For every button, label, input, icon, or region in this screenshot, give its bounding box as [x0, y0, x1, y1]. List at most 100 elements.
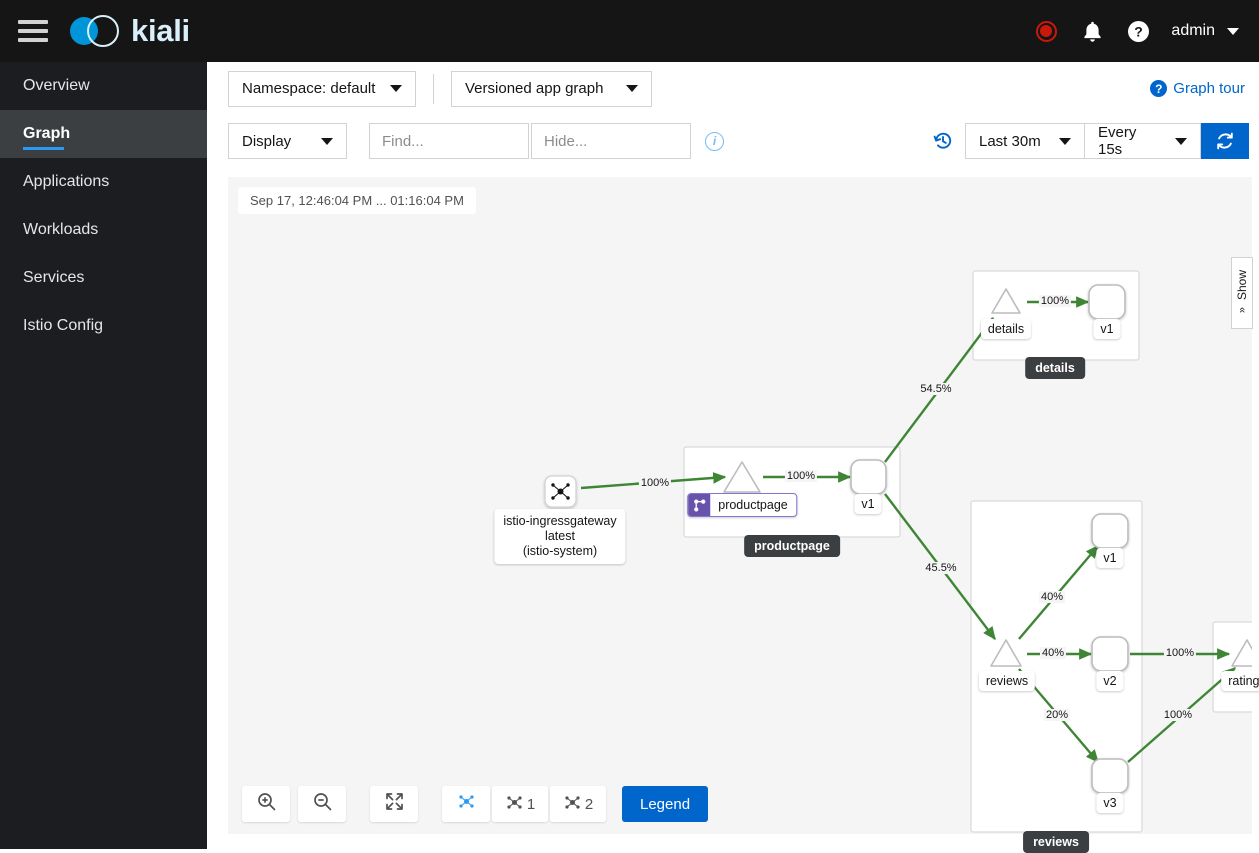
graph-bottom-toolbar: 1 2 Legend [242, 786, 709, 822]
namespace-select-label: Namespace: default [242, 80, 376, 97]
refresh-button[interactable] [1201, 123, 1249, 159]
main-content: Namespace: default Versioned app graph ?… [207, 62, 1259, 853]
edge-label: 40% [1038, 591, 1066, 603]
duration-label: Last 30m [979, 132, 1041, 150]
node-productpage-v1 [850, 459, 887, 495]
node-reviews-v3 [1091, 758, 1129, 794]
node-label-reviews-v2: v2 [1096, 671, 1124, 691]
node-reviews-v1 [1091, 513, 1129, 549]
time-controls: Last 30m Every 15s [933, 123, 1249, 159]
fit-to-screen-icon [385, 792, 404, 816]
find-input[interactable] [369, 123, 529, 159]
sidebar-item-applications[interactable]: Applications [0, 158, 207, 206]
bell-icon[interactable] [1079, 18, 1105, 44]
sidebar-item-label: Workloads [23, 221, 99, 238]
node-label-reviews-v1: v1 [1096, 548, 1124, 568]
graph-nodes [544, 284, 1252, 794]
edge-label: 100% [1163, 647, 1197, 659]
sidebar-item-label: Services [23, 269, 85, 286]
sidebar-item-istio-config[interactable]: Istio Config [0, 302, 207, 350]
node-reviews-v2 [1091, 636, 1129, 672]
legend-button[interactable]: Legend [622, 786, 709, 822]
help-circle-icon: ? [1150, 80, 1168, 97]
edge-label: 45.5% [923, 562, 959, 574]
chevron-down-icon [1227, 27, 1239, 35]
layout-1-label: 1 [526, 795, 536, 813]
edge-label: 20% [1043, 709, 1071, 721]
sidebar-item-services[interactable]: Services [0, 254, 207, 302]
node-istio-ingressgateway [544, 475, 577, 508]
zoom-out-icon [313, 792, 332, 816]
graph-type-select-label: Versioned app graph [465, 80, 604, 97]
edge-label: 100% [638, 477, 672, 489]
svg-text:?: ? [1134, 23, 1143, 39]
group-label-productpage: productpage [744, 535, 840, 557]
brand-logo[interactable]: kiali [70, 13, 190, 49]
node-label-reviews-v3: v3 [1096, 793, 1124, 813]
graph-toolbar-secondary: Display i Last 30m Every 15s [207, 115, 1259, 167]
node-label-productpage-service: productpage [687, 493, 797, 517]
chevron-down-icon [1175, 137, 1187, 145]
layout-1-button[interactable]: 1 [492, 786, 548, 822]
sidebar-item-workloads[interactable]: Workloads [0, 206, 207, 254]
graph-edges [580, 296, 1236, 764]
zoom-out-button[interactable] [298, 786, 346, 822]
edge-label: 100% [784, 470, 818, 482]
display-menu-button[interactable]: Display [228, 123, 347, 159]
group-box-ratings [1212, 621, 1252, 713]
edge-label: 100% [1038, 295, 1072, 307]
node-label-details-service: details [980, 319, 1032, 339]
user-menu[interactable]: admin [1171, 22, 1239, 40]
graph-toolbar-primary: Namespace: default Versioned app graph ?… [207, 62, 1259, 115]
masthead-actions: ? admin [1033, 18, 1259, 44]
node-label-text: productpage [718, 498, 788, 512]
edge-label: 100% [1161, 709, 1195, 721]
sidebar-item-label: Istio Config [23, 317, 104, 334]
refresh-interval-select[interactable]: Every 15s [1084, 123, 1201, 159]
node-label-ratings-service: ratings [1221, 671, 1259, 691]
zoom-in-button[interactable] [242, 786, 290, 822]
display-menu-label: Display [242, 132, 292, 150]
fit-to-screen-button[interactable] [370, 786, 418, 822]
sidebar: Overview Graph Applications Workloads Se… [0, 62, 207, 849]
group-label-details: details [1025, 357, 1085, 379]
group-label-reviews: reviews [1023, 831, 1089, 853]
masthead: kiali ? admin [0, 0, 1259, 62]
sidebar-item-overview[interactable]: Overview [0, 62, 207, 110]
history-icon[interactable] [933, 131, 953, 151]
zoom-in-icon [257, 792, 276, 816]
duration-select[interactable]: Last 30m [965, 123, 1084, 159]
sidebar-item-graph[interactable]: Graph [0, 110, 207, 158]
namespace-select[interactable]: Namespace: default [228, 70, 416, 107]
edge-label: 54.5% [918, 383, 954, 395]
hide-input[interactable] [531, 123, 691, 159]
toolbar-divider [433, 73, 434, 104]
virtual-service-icon [688, 494, 711, 516]
chevron-down-icon [321, 137, 333, 145]
user-name: admin [1171, 22, 1215, 39]
layout-2-button[interactable]: 2 [550, 786, 606, 822]
node-label-ingressgateway: istio-ingressgateway latest (istio-syste… [494, 509, 626, 564]
node-label-details-v1: v1 [1093, 319, 1121, 339]
hamburger-icon[interactable] [18, 20, 48, 42]
chevron-down-icon [1059, 137, 1071, 145]
info-icon[interactable]: i [705, 131, 724, 151]
layout-default-button[interactable] [442, 786, 490, 822]
chevron-down-icon [626, 85, 638, 92]
mesh-icon [505, 793, 524, 816]
sidebar-item-label: Applications [23, 173, 110, 190]
node-label-productpage-v1: v1 [854, 494, 882, 514]
graph-tour-label: Graph tour [1173, 80, 1245, 97]
node-label-reviews-service: reviews [978, 671, 1036, 691]
chevron-down-icon [390, 85, 402, 92]
graph-canvas[interactable]: Sep 17, 12:46:04 PM ... 01:16:04 PM Show… [228, 177, 1259, 853]
mesh-icon [457, 792, 476, 816]
record-circle-icon[interactable] [1033, 18, 1059, 44]
layout-2-label: 2 [584, 795, 594, 813]
sidebar-item-label: Overview [23, 77, 90, 94]
edge-label: 40% [1039, 647, 1067, 659]
graph-tour-link[interactable]: ? Graph tour [1150, 80, 1249, 97]
graph-type-select[interactable]: Versioned app graph [451, 70, 652, 107]
mesh-icon [563, 793, 582, 816]
help-circle-icon[interactable]: ? [1125, 18, 1151, 44]
